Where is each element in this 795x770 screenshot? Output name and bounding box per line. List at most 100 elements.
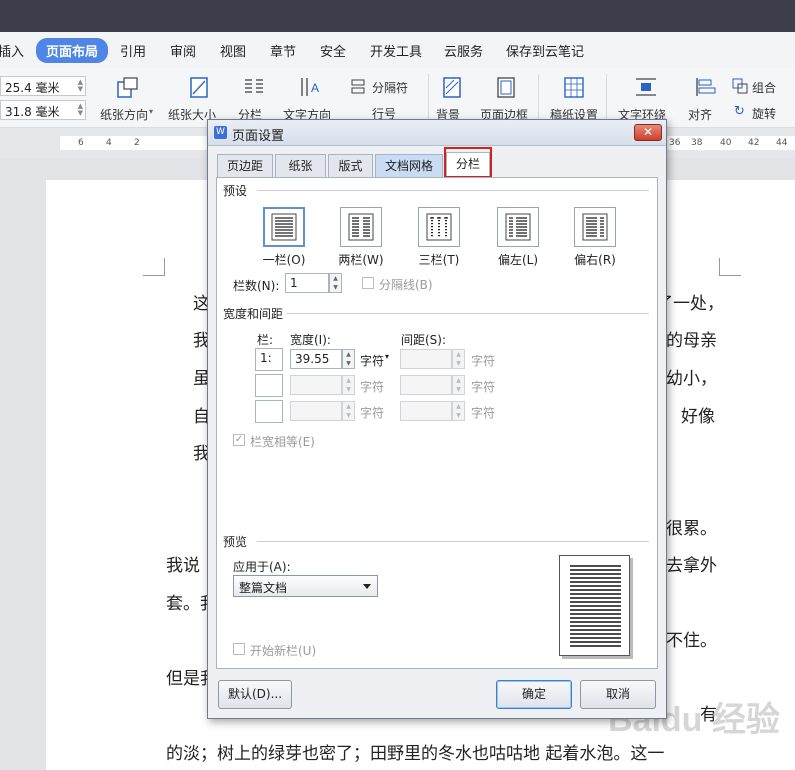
width-unit-1[interactable]: 字符 bbox=[360, 352, 384, 369]
dialog-title-bar[interactable]: W 页面设置 ✕ bbox=[208, 120, 666, 146]
rotate-label[interactable]: 旋转 bbox=[752, 105, 776, 122]
new-column-label: 开始新栏(U) bbox=[250, 644, 317, 658]
menu-page-layout[interactable]: 页面布局 bbox=[36, 38, 109, 63]
width-unit-2[interactable]: 字符 bbox=[360, 378, 384, 395]
spacing-spinner-3[interactable]: ▲ ▼ bbox=[452, 401, 465, 421]
width-input-1[interactable]: 39.55 bbox=[290, 349, 342, 369]
new-column-checkbox[interactable] bbox=[233, 643, 245, 655]
margin-corner bbox=[143, 258, 165, 276]
margin-top-field[interactable]: 25.4 毫米 ▲ ▼ bbox=[0, 76, 86, 96]
apply-to-label: 应用于(A): bbox=[233, 560, 291, 574]
margin-bottom-field[interactable]: 31.8 毫米 ▲ ▼ bbox=[0, 100, 86, 120]
draft-paper-icon[interactable] bbox=[562, 76, 586, 98]
preset-two-columns-label: 两栏(W) bbox=[338, 253, 384, 267]
divider-checkbox[interactable] bbox=[362, 277, 374, 289]
tab-margins[interactable]: 页边距 bbox=[217, 154, 273, 177]
menu-chapter[interactable]: 章节 bbox=[270, 41, 296, 60]
width-spinner-1[interactable]: ▲ ▼ bbox=[342, 349, 355, 369]
menu-dev-tools[interactable]: 开发工具 bbox=[370, 41, 422, 60]
rotate-icon[interactable]: ↻ bbox=[734, 104, 745, 119]
num-columns-input[interactable]: 1 bbox=[285, 273, 329, 293]
divider-label: 分隔线(B) bbox=[379, 278, 433, 292]
menu-cloud[interactable]: 云服务 bbox=[444, 41, 483, 60]
title-bar bbox=[0, 0, 795, 32]
separator-label[interactable]: 分隔符 bbox=[372, 79, 408, 96]
ruler-number: 42 bbox=[748, 138, 760, 148]
group-divider bbox=[257, 190, 649, 191]
width-spacing-label: 宽度和间距 bbox=[223, 305, 288, 322]
preset-one-column[interactable] bbox=[263, 207, 305, 247]
close-button[interactable]: ✕ bbox=[634, 124, 662, 141]
preset-two-columns[interactable] bbox=[340, 207, 382, 247]
spacing-spinner-2[interactable]: ▲ ▼ bbox=[452, 375, 465, 395]
ruler-number: 40 bbox=[720, 138, 732, 148]
cancel-button[interactable]: 取消 bbox=[580, 680, 656, 709]
apply-to-value: 整篇文档 bbox=[239, 581, 288, 595]
align-label[interactable]: 对齐 bbox=[688, 106, 712, 123]
margin-corner bbox=[719, 258, 741, 276]
preset-three-columns[interactable] bbox=[418, 207, 460, 247]
orientation-label[interactable]: 纸张方向 bbox=[100, 106, 148, 123]
spinner-icon[interactable]: ▲ ▼ bbox=[78, 103, 83, 117]
num-columns-spinner[interactable]: ▲ ▼ bbox=[329, 273, 342, 293]
default-button[interactable]: 默认(D)... bbox=[218, 680, 292, 709]
column-number-3 bbox=[255, 400, 283, 423]
preset-left-label: 偏左(L) bbox=[497, 253, 539, 267]
ribbon-divider bbox=[538, 74, 539, 122]
doc-text: 的母亲 bbox=[666, 331, 717, 351]
spacing-input-3[interactable] bbox=[400, 401, 452, 421]
ruler-number: 36 bbox=[669, 138, 681, 148]
menu-reference[interactable]: 引用 bbox=[120, 41, 146, 60]
spacing-spinner-1[interactable]: ▲ ▼ bbox=[452, 349, 465, 369]
doc-text: 幼小， bbox=[666, 369, 717, 389]
ruler-number: 2 bbox=[134, 138, 140, 148]
background-icon[interactable] bbox=[440, 76, 464, 98]
equal-width-checkbox[interactable]: ✓ bbox=[233, 434, 245, 446]
menu-insert[interactable]: 插入 bbox=[0, 41, 24, 60]
menu-view[interactable]: 视图 bbox=[220, 41, 246, 60]
right-column-icon bbox=[582, 213, 608, 241]
width-unit-3[interactable]: 字符 bbox=[360, 404, 384, 421]
tab-paper[interactable]: 纸张 bbox=[275, 154, 326, 177]
margin-top-value: 25.4 毫米 bbox=[5, 81, 60, 95]
group-icon[interactable] bbox=[732, 78, 750, 94]
columns-icon[interactable] bbox=[242, 76, 266, 98]
group-label[interactable]: 组合 bbox=[752, 79, 776, 96]
dropdown-arrow-icon bbox=[363, 584, 371, 589]
preset-right-label: 偏右(R) bbox=[574, 253, 616, 267]
column-number-2 bbox=[255, 374, 283, 397]
paper-size-icon[interactable] bbox=[187, 76, 211, 98]
spinner-icon[interactable]: ▲ ▼ bbox=[78, 79, 83, 93]
width-spinner-2[interactable]: ▲ ▼ bbox=[342, 375, 355, 395]
spacing-header: 间距(S): bbox=[401, 333, 447, 347]
spacing-unit-1[interactable]: 字符 bbox=[471, 352, 495, 369]
spacing-input-1[interactable] bbox=[400, 349, 452, 369]
apply-to-select[interactable]: 整篇文档 bbox=[233, 575, 378, 597]
tab-layout[interactable]: 版式 bbox=[328, 154, 373, 177]
width-input-3[interactable] bbox=[290, 401, 342, 421]
doc-text: 很累。 bbox=[666, 519, 717, 539]
orientation-icon[interactable] bbox=[115, 76, 139, 98]
group-divider bbox=[287, 313, 649, 314]
spacing-unit-2[interactable]: 字符 bbox=[471, 378, 495, 395]
margin-bottom-value: 31.8 毫米 bbox=[5, 105, 60, 119]
menu-review[interactable]: 审阅 bbox=[170, 41, 196, 60]
text-direction-icon[interactable]: A bbox=[298, 76, 322, 98]
num-columns-label: 栏数(N): bbox=[233, 279, 280, 293]
width-input-2[interactable] bbox=[290, 375, 342, 395]
preset-right[interactable] bbox=[574, 207, 616, 247]
menu-security[interactable]: 安全 bbox=[320, 41, 346, 60]
tab-document-grid[interactable]: 文档网格 bbox=[375, 154, 443, 177]
width-header: 宽度(I): bbox=[290, 333, 331, 347]
num-columns-value: 1 bbox=[290, 276, 298, 290]
menu-save-cloud-notes[interactable]: 保存到云笔记 bbox=[506, 41, 584, 60]
align-icon[interactable] bbox=[694, 76, 718, 98]
page-border-icon[interactable] bbox=[494, 76, 518, 98]
width-spinner-3[interactable]: ▲ ▼ bbox=[342, 401, 355, 421]
separator-icon[interactable] bbox=[350, 78, 368, 94]
spacing-unit-3[interactable]: 字符 bbox=[471, 404, 495, 421]
text-wrap-icon[interactable] bbox=[634, 76, 658, 98]
ok-button[interactable]: 确定 bbox=[496, 680, 572, 709]
spacing-input-2[interactable] bbox=[400, 375, 452, 395]
preset-left[interactable] bbox=[497, 207, 539, 247]
